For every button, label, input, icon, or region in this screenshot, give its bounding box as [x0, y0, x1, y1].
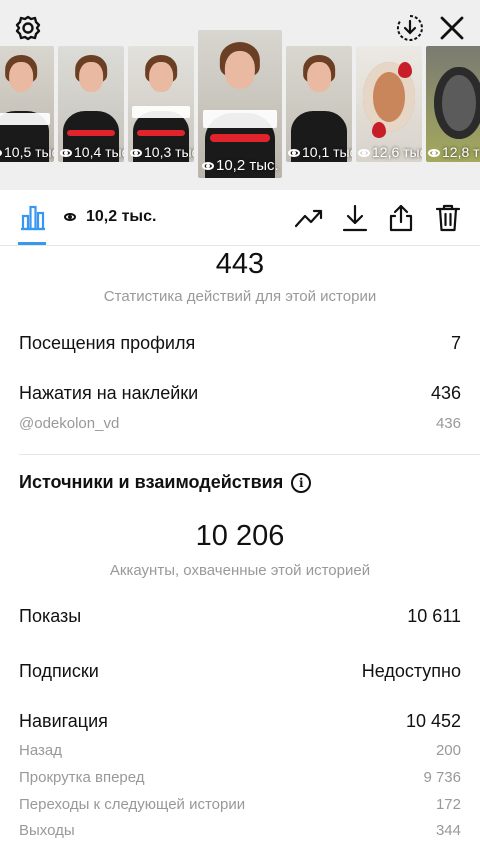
- row-label: @odekolon_vd: [19, 415, 120, 432]
- story-thumbnail[interactable]: 12,6 тыс: [356, 46, 422, 162]
- reach-total: 10 206: [195, 520, 285, 552]
- row-label: Прокрутка вперед: [19, 769, 145, 786]
- reach-caption: Аккаунты, охваченные этой историей: [109, 562, 371, 579]
- row-label: Подписки: [19, 661, 99, 681]
- navigation-row: Навигация 10 452: [19, 711, 461, 732]
- download-icon[interactable]: [340, 203, 370, 233]
- nav-forward-row: Прокрутка вперед 9 736: [19, 769, 461, 786]
- row-value: 10 452: [405, 711, 461, 731]
- actions-caption: Статистика действий для этой истории: [103, 288, 377, 305]
- story-thumbnail[interactable]: 12,8 т: [426, 46, 480, 162]
- story-thumbnail[interactable]: 10,1 тыс: [286, 46, 352, 162]
- eye-icon: [60, 149, 72, 158]
- eye-icon: [428, 149, 440, 158]
- story-views: 12,6 тыс: [358, 144, 422, 160]
- sources-title: Источники и взаимодействия i: [19, 472, 312, 493]
- sticker-taps-row: Нажатия на наклейки 436: [19, 383, 461, 404]
- story-views: 10,3 тыс: [130, 144, 194, 160]
- profile-visits-row: Посещения профиля 7: [19, 333, 461, 354]
- trend-icon[interactable]: [294, 203, 324, 233]
- active-tab-indicator: [18, 242, 46, 245]
- views-count: 10,2 тыс.: [64, 208, 156, 226]
- story-thumbnail[interactable]: 10,3 тыс: [128, 46, 194, 162]
- story-thumbnail-active[interactable]: 10,2 тыс.: [198, 30, 282, 178]
- row-value: 200: [435, 742, 461, 759]
- eye-icon: [358, 149, 370, 158]
- story-views: 10,2 тыс.: [202, 157, 279, 174]
- eye-icon: [64, 212, 76, 221]
- row-value: 9 736: [423, 769, 461, 786]
- story-views: 10,4 тыс: [60, 144, 124, 160]
- row-value: 344: [435, 822, 461, 839]
- story-thumbnail[interactable]: 10,4 тыс: [58, 46, 124, 162]
- row-label: Показы: [19, 606, 82, 626]
- settings-gear-icon[interactable]: [12, 12, 44, 44]
- info-icon[interactable]: i: [291, 472, 312, 493]
- story-thumbnail[interactable]: 10,5 тыс: [0, 46, 54, 162]
- row-label: Переходы к следующей истории: [19, 796, 246, 813]
- row-label: Навигация: [19, 711, 108, 731]
- row-label: Выходы: [19, 822, 75, 839]
- share-icon[interactable]: [386, 203, 416, 233]
- follows-row: Подписки Недоступно: [19, 661, 461, 682]
- section-divider: [19, 454, 480, 455]
- bar-chart-icon[interactable]: [18, 203, 48, 233]
- trash-icon[interactable]: [433, 203, 463, 233]
- actions-total: 443: [215, 248, 265, 280]
- story-views: 10,1 тыс: [288, 144, 352, 160]
- story-strip-area: 10,5 тыс 10,4 тыс 10,3 тыс 10,2 тыс. 10,…: [0, 0, 480, 190]
- row-value: 436: [435, 415, 461, 432]
- save-download-icon[interactable]: [394, 12, 426, 44]
- row-label: Посещения профиля: [19, 333, 196, 353]
- sticker-mention-row: @odekolon_vd 436: [19, 415, 461, 432]
- row-value: 436: [430, 383, 461, 403]
- story-toolbar: 10,2 тыс.: [0, 190, 480, 246]
- eye-icon: [130, 149, 142, 158]
- nav-next-story-row: Переходы к следующей истории 172: [19, 796, 461, 813]
- row-value: Недоступно: [361, 661, 461, 681]
- row-label: Нажатия на наклейки: [19, 383, 199, 403]
- story-views: 10,5 тыс: [0, 144, 54, 160]
- impressions-row: Показы 10 611: [19, 606, 461, 627]
- row-value: 10 611: [407, 606, 461, 626]
- close-icon[interactable]: [436, 12, 468, 44]
- row-value: 172: [435, 796, 461, 813]
- story-thumbnails: 10,5 тыс 10,4 тыс 10,3 тыс 10,2 тыс. 10,…: [0, 30, 480, 178]
- nav-exits-row: Выходы 344: [19, 822, 461, 839]
- row-label: Назад: [19, 742, 62, 759]
- story-views: 12,8 т: [428, 144, 480, 160]
- eye-icon: [0, 149, 2, 158]
- eye-icon: [202, 162, 214, 171]
- eye-icon: [288, 149, 300, 158]
- row-value: 7: [450, 333, 461, 353]
- nav-back-row: Назад 200: [19, 742, 461, 759]
